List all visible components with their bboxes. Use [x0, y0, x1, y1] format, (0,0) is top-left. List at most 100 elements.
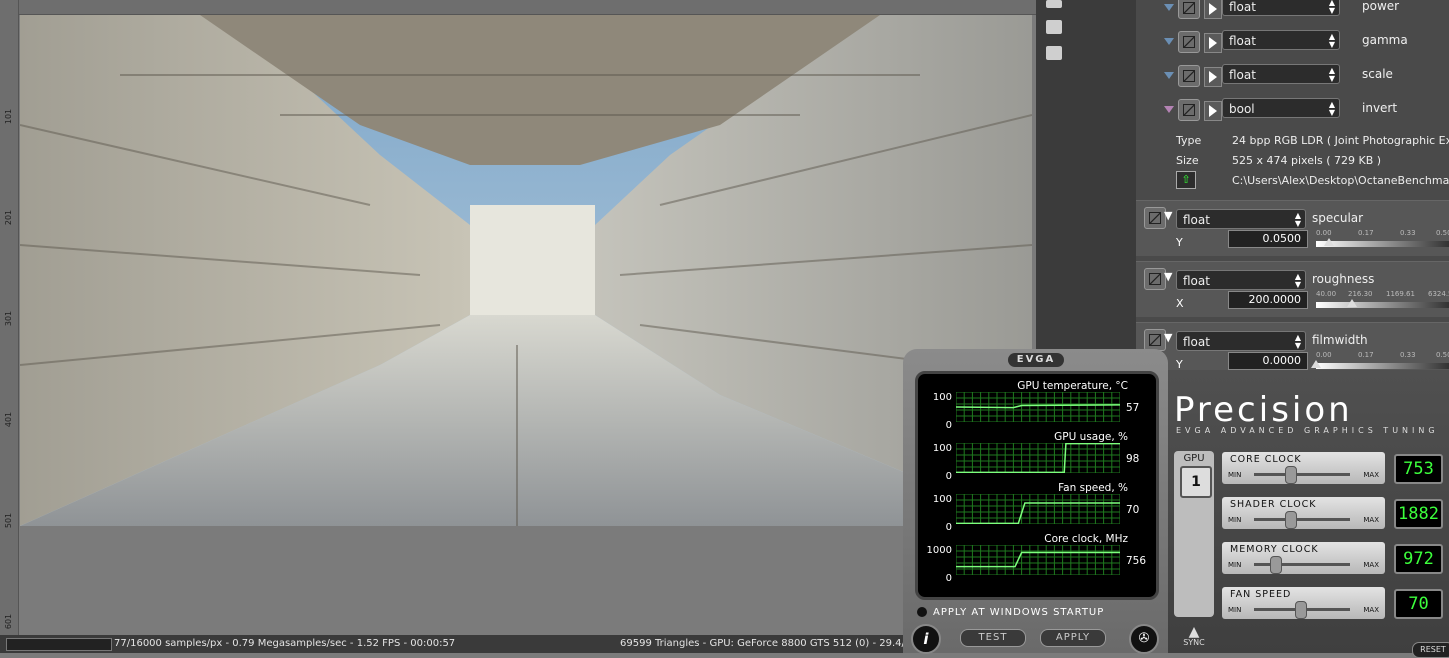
graph-title: Fan speed, %	[1058, 482, 1128, 494]
scale-tick: 0.50	[1436, 351, 1449, 359]
graph-fan-speed: Fan speed, % 100 0 70	[918, 476, 1156, 533]
max-label: MAX	[1363, 516, 1379, 524]
precision-window[interactable]: Precision EVGA ADVANCED GRAPHICS TUNING …	[1168, 370, 1449, 658]
startup-checkbox[interactable]	[917, 607, 927, 617]
expand-button[interactable]	[1204, 0, 1222, 19]
graph-icon[interactable]	[1144, 207, 1166, 229]
value-field[interactable]: 0.0000	[1228, 352, 1308, 370]
graph-icon[interactable]	[1178, 31, 1200, 53]
database-icon[interactable]	[1046, 0, 1062, 8]
test-button[interactable]: TEST	[960, 629, 1026, 647]
evga-monitor-window[interactable]: EVGA GPU temperature, °C 100 0 57 GPU us…	[903, 349, 1168, 654]
size-value: 525 x 474 pixels ( 729 KB )	[1232, 154, 1382, 167]
graph-icon[interactable]	[1144, 329, 1166, 351]
reload-icon[interactable]: ⇧	[1176, 171, 1196, 189]
pin-name: invert	[1362, 101, 1398, 115]
render-viewport[interactable]: 101 201 301 401 501 601	[0, 0, 1036, 635]
clock-label: SHADER CLOCK	[1230, 499, 1317, 510]
type-select[interactable]: float ▲ ▼	[1222, 30, 1340, 50]
graph-plot	[956, 545, 1120, 575]
pin-name: scale	[1362, 67, 1393, 81]
slider-knob[interactable]	[1324, 238, 1335, 246]
pin-connector[interactable]	[1164, 4, 1174, 11]
scale-tick: 0.33	[1400, 229, 1416, 237]
scale-tick: 1169.61	[1386, 290, 1415, 298]
card-filmwidth: ▼ float ▲ ▼ filmwidth Y 0.0000 0.00 0.17 0…	[1136, 322, 1449, 370]
slider-knob[interactable]	[1311, 360, 1321, 368]
expand-button[interactable]	[1204, 33, 1222, 53]
node-graph-icon[interactable]	[1046, 46, 1062, 60]
graph-icon[interactable]	[1178, 0, 1200, 19]
type-select[interactable]: float ▲ ▼	[1176, 331, 1306, 351]
scale-tick: 0.50	[1436, 229, 1449, 237]
type-select[interactable]: float ▲ ▼	[1222, 64, 1340, 84]
scale-tick: 0.33	[1400, 351, 1416, 359]
graph-max: 100	[932, 494, 952, 505]
sync-button[interactable]: ▲ SYNC	[1180, 625, 1208, 650]
graph-plot	[956, 494, 1120, 524]
clock-label: CORE CLOCK	[1230, 454, 1302, 465]
image-icon[interactable]	[1046, 20, 1062, 34]
type-select[interactable]: float ▲ ▼	[1176, 209, 1306, 229]
scale-tick: 0.00	[1316, 229, 1332, 237]
value-field[interactable]: 0.0500	[1228, 230, 1308, 248]
info-button[interactable]: i	[911, 624, 941, 654]
fan-speed-slider[interactable]: FAN SPEED MIN MAX	[1222, 587, 1385, 619]
value-field[interactable]: 200.0000	[1228, 291, 1308, 309]
graph-plot	[956, 392, 1120, 422]
file-path[interactable]: C:\Users\Alex\Desktop\OctaneBenchmark\co…	[1232, 174, 1449, 187]
slider-track[interactable]	[1316, 302, 1449, 308]
size-label: Size	[1176, 154, 1199, 167]
min-label: MIN	[1228, 516, 1242, 524]
graph-icon[interactable]	[1178, 65, 1200, 87]
slider-track[interactable]	[1254, 563, 1350, 566]
graph-value: 70	[1126, 504, 1140, 516]
type-select[interactable]: bool ▲ ▼	[1222, 98, 1340, 118]
graph-icon[interactable]	[1144, 268, 1166, 290]
fan-speed-display: 70	[1394, 589, 1443, 619]
slider-knob[interactable]	[1285, 511, 1298, 529]
value-slider[interactable]: 40.00 216.30 1169.61 6324.56	[1316, 290, 1449, 310]
expand-button[interactable]	[1204, 67, 1222, 87]
type-select[interactable]: float ▲ ▼	[1176, 270, 1306, 290]
scale-tick: 216.30	[1348, 290, 1373, 298]
slider-knob[interactable]	[1270, 556, 1283, 574]
slider-knob[interactable]	[1346, 299, 1357, 307]
collapse-icon[interactable]: ▼	[1164, 270, 1172, 283]
slider-knob[interactable]	[1295, 601, 1308, 619]
pin-connector[interactable]	[1164, 72, 1174, 79]
apply-button[interactable]: APPLY	[1040, 629, 1106, 647]
param-name: filmwidth	[1312, 333, 1368, 347]
collapse-icon[interactable]: ▼	[1164, 331, 1172, 344]
expand-button[interactable]	[1204, 101, 1222, 121]
evga-claw-icon[interactable]: ✇	[1129, 624, 1159, 654]
max-label: MAX	[1363, 471, 1379, 479]
slider-track[interactable]	[1316, 241, 1449, 247]
value-slider[interactable]: 0.00 0.17 0.33 0.50	[1316, 229, 1449, 249]
shader-clock-slider[interactable]: SHADER CLOCK MIN MAX	[1222, 497, 1385, 529]
min-label: MIN	[1228, 561, 1242, 569]
ruler-tick: 101	[4, 108, 14, 125]
pin-connector[interactable]	[1164, 106, 1174, 113]
value-slider[interactable]: 0.00 0.17 0.33 0.50	[1311, 351, 1449, 370]
graph-title: GPU temperature, °C	[1017, 380, 1128, 392]
monitor-screen: GPU temperature, °C 100 0 57 GPU usage, …	[915, 371, 1159, 600]
memory-clock-slider[interactable]: MEMORY CLOCK MIN MAX	[1222, 542, 1385, 574]
core-clock-slider[interactable]: CORE CLOCK MIN MAX	[1222, 452, 1385, 484]
reset-button[interactable]: RESET	[1412, 642, 1449, 658]
collapse-icon[interactable]: ▼	[1164, 209, 1172, 222]
ruler-tick: 301	[4, 310, 14, 327]
slider-track[interactable]	[1254, 473, 1350, 476]
precision-subtitle: EVGA ADVANCED GRAPHICS TUNING	[1176, 426, 1439, 435]
slider-knob[interactable]	[1285, 466, 1298, 484]
scale-tick: 0.00	[1316, 351, 1332, 359]
slider-track[interactable]	[1316, 363, 1449, 369]
pin-connector[interactable]	[1164, 38, 1174, 45]
render-stats: 77/16000 samples/px - 0.79 Megasamples/s…	[114, 638, 456, 649]
gpu-number-button[interactable]: 1	[1180, 466, 1212, 498]
toggle-icon[interactable]	[1178, 99, 1200, 121]
render-progress-bar	[6, 638, 112, 651]
type-select[interactable]: float ▲ ▼	[1222, 0, 1340, 16]
slider-track[interactable]	[1254, 518, 1350, 521]
type-value: 24 bpp RGB LDR ( Joint Photographic Expe…	[1232, 134, 1449, 147]
